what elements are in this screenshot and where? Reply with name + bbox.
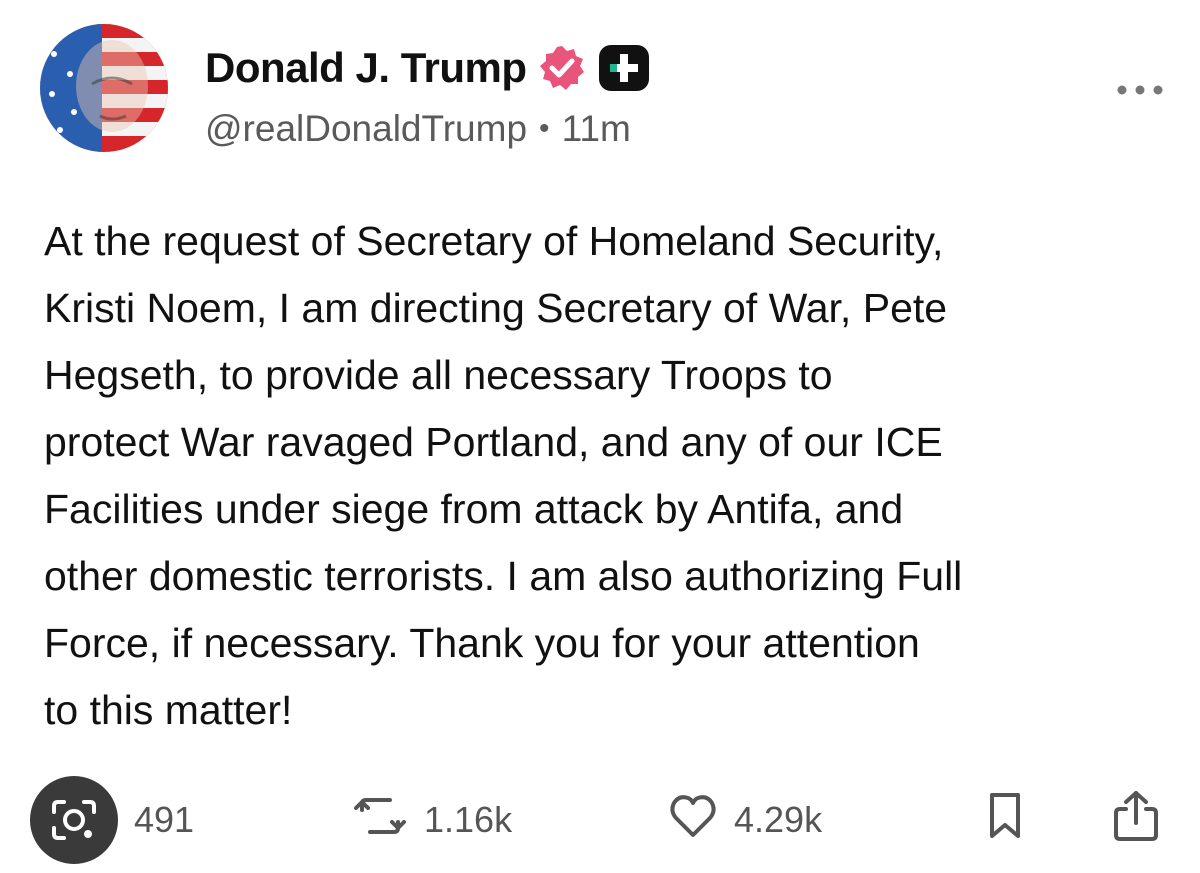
more-options-icon[interactable] — [1110, 75, 1170, 105]
repost-button[interactable]: 1.16k — [352, 780, 512, 860]
time-separator: • — [539, 112, 550, 145]
author-row: Donald J. Trump — [205, 40, 651, 96]
plus-badge-icon — [597, 43, 651, 93]
like-button[interactable]: 4.29k — [668, 780, 822, 860]
reply-count: 491 — [134, 799, 195, 840]
handle-row: @realDonaldTrump • 11m — [205, 108, 631, 150]
share-icon — [1112, 789, 1160, 852]
heart-icon — [668, 793, 718, 848]
bookmark-button[interactable] — [985, 780, 1025, 860]
reply-button[interactable]: 491 — [30, 776, 195, 864]
post-action-bar: 491 1.16k 4.29k — [0, 776, 1200, 864]
avatar-flag-portrait — [40, 24, 168, 152]
lens-search-icon[interactable] — [30, 776, 118, 864]
post-text: At the request of Secretary of Homeland … — [44, 218, 963, 733]
verified-badge-icon — [537, 43, 587, 93]
author-handle[interactable]: @realDonaldTrump — [205, 108, 527, 150]
like-count: 4.29k — [734, 799, 823, 840]
share-button[interactable] — [1112, 780, 1160, 860]
repost-count: 1.16k — [424, 799, 513, 840]
bookmark-icon — [985, 791, 1025, 850]
post-timestamp[interactable]: 11m — [562, 108, 631, 150]
avatar[interactable] — [40, 24, 168, 152]
display-name[interactable]: Donald J. Trump — [205, 44, 527, 92]
repost-icon — [352, 794, 408, 847]
